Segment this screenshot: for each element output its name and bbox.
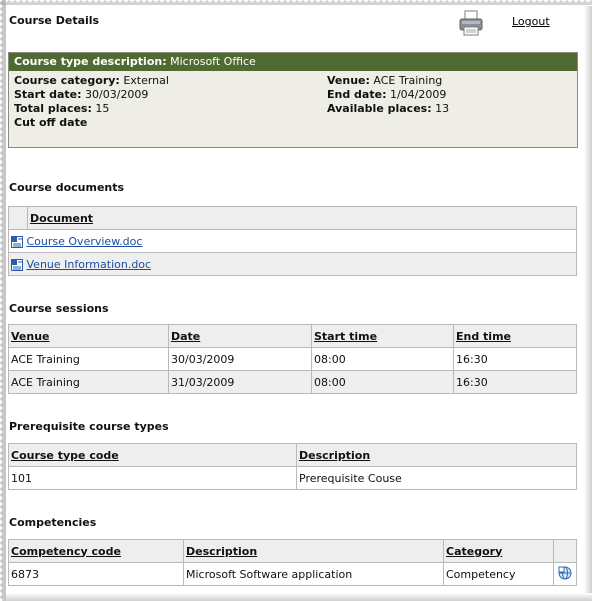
logout-link[interactable]: Logout bbox=[512, 15, 550, 28]
cutoff-date-label: Cut off date bbox=[14, 116, 88, 129]
info-globe-icon[interactable] bbox=[558, 566, 572, 583]
end-date-field: End date: 1/04/2009 bbox=[327, 88, 446, 102]
course-type-value: Microsoft Office bbox=[170, 55, 256, 68]
cutoff-date-field: Cut off date bbox=[14, 116, 87, 130]
course-category-label: Course category: bbox=[14, 74, 120, 87]
session-start-time: 08:00 bbox=[311, 370, 454, 394]
start-date-field: Start date: 30/03/2009 bbox=[14, 88, 148, 102]
documents-table: Document Course Overview.doc Venue Infor… bbox=[8, 206, 577, 276]
drop-shadow-right bbox=[584, 6, 592, 601]
start-date-value: 30/03/2009 bbox=[85, 88, 149, 101]
session-end-time: 16:30 bbox=[453, 370, 577, 394]
competency-action-cell bbox=[553, 562, 577, 586]
prerequisite-code: 101 bbox=[8, 466, 297, 490]
session-date: 30/03/2009 bbox=[168, 347, 312, 371]
documents-icon-header bbox=[8, 206, 28, 230]
table-row: ACE Training 31/03/2009 08:00 16:30 bbox=[8, 370, 577, 394]
start-time-column-header[interactable]: Start time bbox=[311, 324, 454, 348]
document-cell: Course Overview.doc bbox=[8, 229, 577, 253]
available-places-value: 13 bbox=[435, 102, 450, 115]
course-type-header: Course type description: Microsoft Offic… bbox=[9, 53, 577, 71]
available-places-field: Available places: 13 bbox=[327, 102, 449, 116]
available-places-label: Available places: bbox=[327, 102, 432, 115]
venue-label: Venue: bbox=[327, 74, 370, 87]
total-places-value: 15 bbox=[95, 102, 110, 115]
session-start-time: 08:00 bbox=[311, 347, 454, 371]
table-row: Course Overview.doc bbox=[8, 229, 577, 253]
prerequisites-section-title: Prerequisite course types bbox=[9, 420, 169, 433]
venue-value: ACE Training bbox=[373, 74, 443, 87]
venue-column-header[interactable]: Venue bbox=[8, 324, 169, 348]
end-time-column-header[interactable]: End time bbox=[453, 324, 577, 348]
document-link[interactable]: Course Overview.doc bbox=[27, 235, 143, 248]
table-row: Venue Information.doc bbox=[8, 252, 577, 276]
prerequisite-description: Prerequisite Couse bbox=[296, 466, 577, 490]
prerequisite-description-column-header[interactable]: Description bbox=[296, 443, 577, 467]
session-end-time: 16:30 bbox=[453, 347, 577, 371]
torn-edge-top bbox=[0, 0, 592, 5]
competency-category: Competency bbox=[443, 562, 554, 586]
competency-code: 6873 bbox=[8, 562, 184, 586]
competency-action-column-header bbox=[553, 539, 577, 563]
page-title: Course Details bbox=[9, 14, 100, 27]
end-date-label: End date: bbox=[327, 88, 387, 101]
word-document-icon[interactable] bbox=[11, 258, 23, 271]
competency-category-column-header[interactable]: Category bbox=[443, 539, 554, 563]
document-cell: Venue Information.doc bbox=[8, 252, 577, 276]
top-bar: Course Details Logout bbox=[7, 6, 579, 46]
course-category-value: External bbox=[123, 74, 169, 87]
competencies-table: Competency code Description Category 687… bbox=[8, 539, 577, 586]
competency-description-column-header[interactable]: Description bbox=[183, 539, 444, 563]
table-row: ACE Training 30/03/2009 08:00 16:30 bbox=[8, 347, 577, 371]
end-date-value: 1/04/2009 bbox=[389, 88, 447, 101]
date-column-header[interactable]: Date bbox=[168, 324, 312, 348]
table-row: 101 Prerequisite Couse bbox=[8, 466, 577, 490]
session-venue: ACE Training bbox=[8, 347, 169, 371]
table-row: 6873 Microsoft Software application Comp… bbox=[8, 562, 577, 586]
document-link[interactable]: Venue Information.doc bbox=[27, 258, 152, 271]
start-date-label: Start date: bbox=[14, 88, 82, 101]
course-summary-panel: Course type description: Microsoft Offic… bbox=[8, 52, 578, 148]
sessions-table: Venue Date Start time End time ACE Train… bbox=[8, 324, 577, 394]
prerequisites-table: Course type code Description 101 Prerequ… bbox=[8, 443, 577, 490]
course-details-page: Course Details Logout Course type descri… bbox=[7, 6, 579, 592]
summary-fields: Course category: External Start date: 30… bbox=[9, 71, 577, 145]
total-places-field: Total places: 15 bbox=[14, 102, 109, 116]
documents-column-header[interactable]: Document bbox=[27, 206, 577, 230]
course-category-field: Course category: External bbox=[14, 74, 169, 88]
documents-section-title: Course documents bbox=[9, 181, 125, 194]
venue-field: Venue: ACE Training bbox=[327, 74, 442, 88]
sessions-section-title: Course sessions bbox=[9, 302, 109, 315]
competency-description: Microsoft Software application bbox=[183, 562, 444, 586]
session-venue: ACE Training bbox=[8, 370, 169, 394]
competency-code-column-header[interactable]: Competency code bbox=[8, 539, 184, 563]
drop-shadow-bottom bbox=[6, 593, 592, 601]
torn-edge-left bbox=[0, 0, 6, 601]
printer-icon[interactable] bbox=[458, 10, 484, 36]
competencies-section-title: Competencies bbox=[9, 516, 97, 529]
total-places-label: Total places: bbox=[14, 102, 92, 115]
course-type-code-column-header[interactable]: Course type code bbox=[8, 443, 297, 467]
course-type-label: Course type description: bbox=[14, 55, 167, 68]
word-document-icon[interactable] bbox=[11, 235, 23, 248]
session-date: 31/03/2009 bbox=[168, 370, 312, 394]
